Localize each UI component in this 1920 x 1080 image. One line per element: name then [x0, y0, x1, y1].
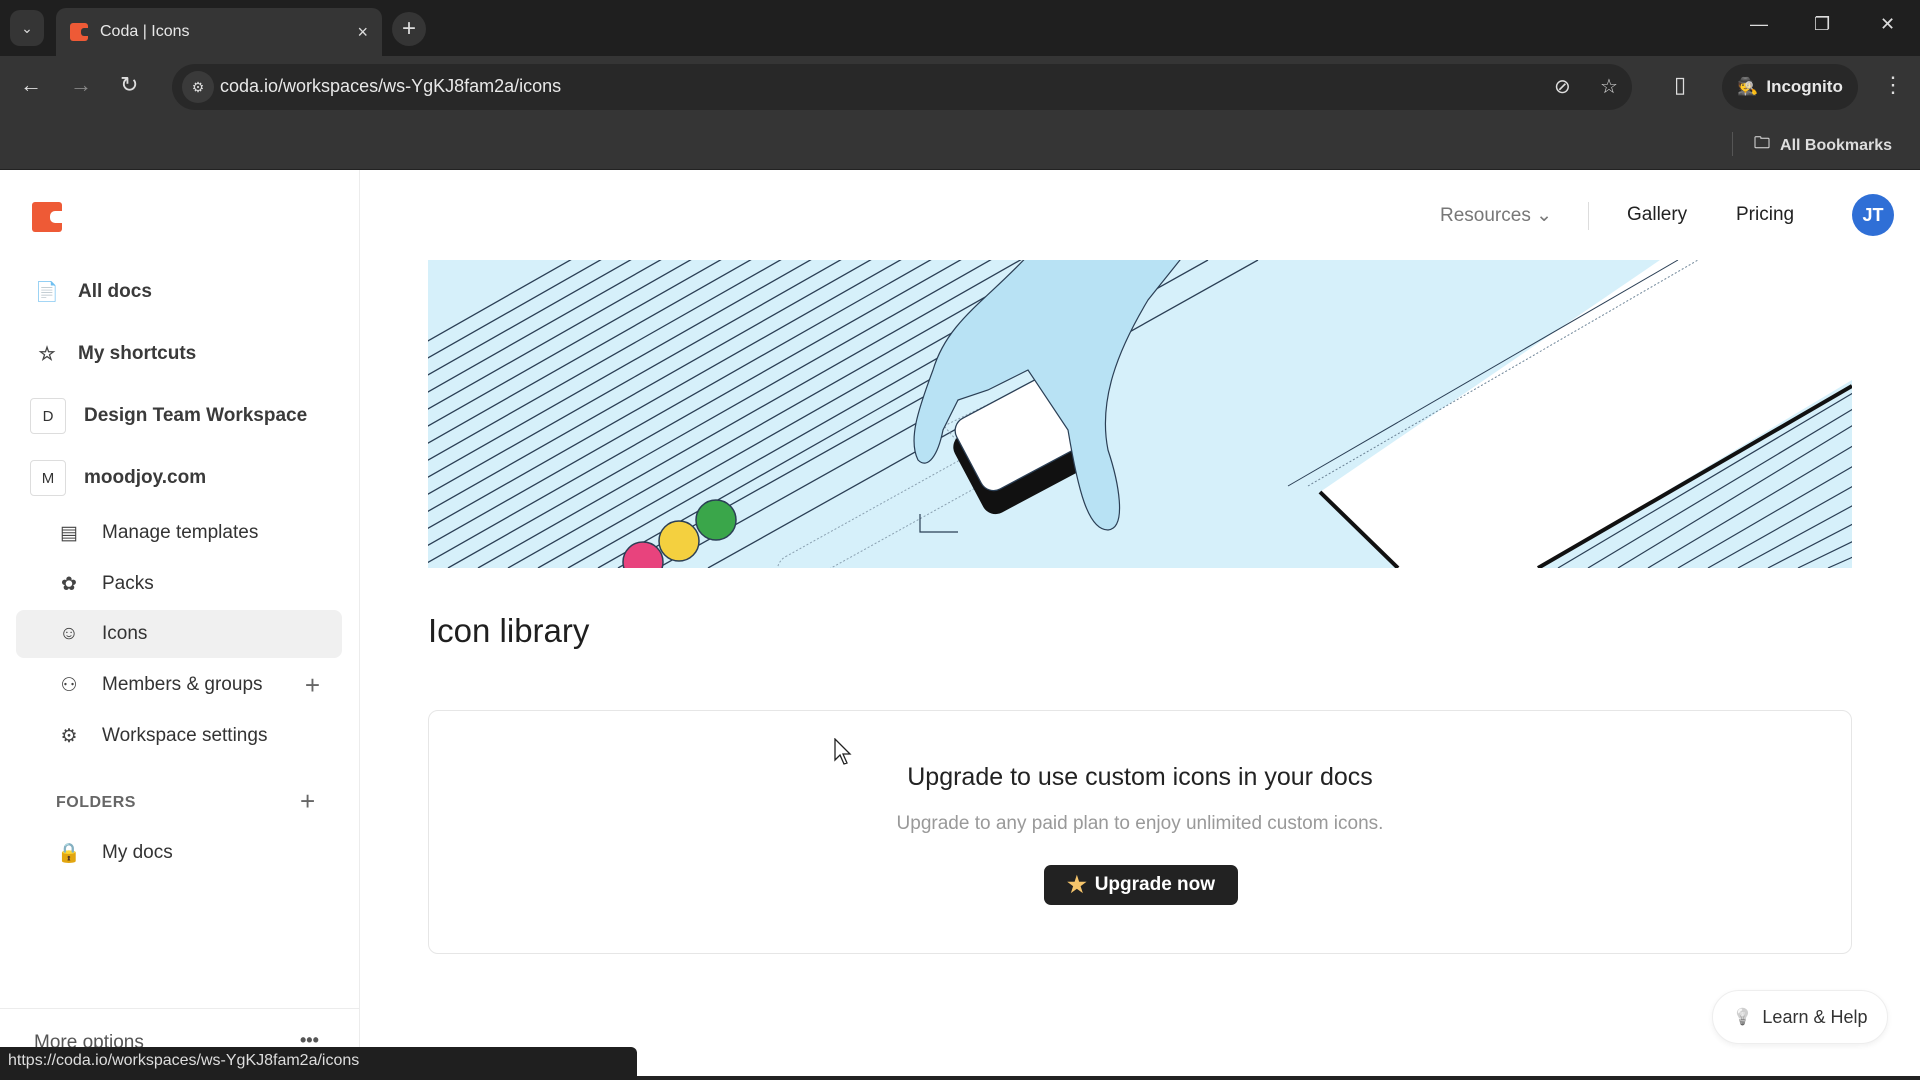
- sidebar-item-label: All docs: [78, 281, 152, 302]
- coda-logo-icon[interactable]: [32, 202, 62, 232]
- upgrade-card-subtitle: Upgrade to any paid plan to enjoy unlimi…: [896, 813, 1384, 834]
- sidebar-item-workspace-settings[interactable]: ⚙ Workspace settings: [16, 712, 342, 760]
- topnav-divider: [1588, 202, 1589, 230]
- sidebar-item-design-team-workspace[interactable]: D Design Team Workspace: [16, 392, 342, 440]
- folder-icon: 🗀: [1754, 135, 1771, 152]
- tab-search-button[interactable]: ⌄: [10, 10, 44, 46]
- restore-icon[interactable]: ❐: [1814, 14, 1830, 35]
- sidebar-item-manage-templates[interactable]: ▤ Manage templates: [16, 509, 342, 557]
- coda-favicon-icon: [70, 23, 88, 41]
- user-avatar[interactable]: JT: [1852, 194, 1894, 236]
- upgrade-now-button[interactable]: ★ Upgrade now: [1044, 865, 1238, 905]
- sidebar-item-label: My shortcuts: [78, 343, 197, 364]
- eye-off-icon[interactable]: ⊘: [1554, 74, 1571, 99]
- hero-art: [428, 260, 1852, 568]
- url-text[interactable]: coda.io/workspaces/ws-YgKJ8fam2a/icons: [220, 76, 561, 97]
- bookmarks-bar: 🗀 All Bookmarks: [0, 120, 1920, 170]
- upgrade-card: Upgrade to use custom icons in your docs…: [428, 710, 1852, 954]
- lock-icon: 🔒: [57, 843, 81, 864]
- template-icon: ▤: [60, 522, 78, 544]
- forward-icon[interactable]: →: [70, 72, 92, 98]
- browser-menu-icon[interactable]: ⋮: [1882, 72, 1904, 98]
- address-bar-row: ← → ↻ ⚙ coda.io/workspaces/ws-YgKJ8fam2a…: [0, 56, 1920, 120]
- sidebar-item-label: moodjoy.com: [84, 467, 207, 488]
- sidebar-item-label: Workspace settings: [102, 725, 268, 746]
- sidebar-item-my-shortcuts[interactable]: ☆ My shortcuts: [16, 330, 342, 378]
- upgrade-card-title: Upgrade to use custom icons in your docs: [907, 763, 1373, 791]
- add-member-button[interactable]: +: [305, 670, 320, 701]
- bookmarks-divider: [1732, 132, 1733, 156]
- sidebar-item-label: Icons: [102, 623, 148, 644]
- incognito-icon: 🕵: [1737, 77, 1759, 96]
- sidebar-item-icons[interactable]: ☺ Icons: [16, 610, 342, 658]
- upgrade-now-label: Upgrade now: [1094, 874, 1216, 895]
- add-folder-button[interactable]: +: [300, 786, 315, 817]
- page-title: Icon library: [428, 612, 590, 649]
- bottom-edge: [637, 1076, 1920, 1080]
- close-tab-icon[interactable]: ×: [357, 22, 368, 43]
- incognito-label: Incognito: [1766, 77, 1843, 96]
- sidebar-item-my-docs[interactable]: 🔒 My docs: [16, 829, 342, 877]
- hero-illustration: [428, 260, 1852, 568]
- status-bar-url: https://coda.io/workspaces/ws-YgKJ8fam2a…: [0, 1047, 637, 1080]
- lightbulb-icon: 💡: [1732, 1009, 1753, 1026]
- all-bookmarks-button[interactable]: 🗀 All Bookmarks: [1754, 132, 1892, 159]
- all-bookmarks-label: All Bookmarks: [1780, 136, 1893, 154]
- window-close-icon[interactable]: ✕: [1880, 14, 1895, 35]
- gallery-link[interactable]: Gallery: [1627, 204, 1687, 226]
- sidebar-item-packs[interactable]: ✿ Packs: [16, 560, 342, 608]
- gear-icon: ⚙: [60, 725, 78, 747]
- resources-menu[interactable]: Resources ⌄: [1440, 204, 1552, 227]
- browser-tab-bar: ⌄ Coda | Icons × + — ❐ ✕: [0, 0, 1920, 56]
- people-icon: ⚇: [60, 674, 78, 696]
- pricing-link[interactable]: Pricing: [1736, 204, 1794, 226]
- sidebar-item-label: Members & groups: [102, 674, 263, 695]
- learn-help-button[interactable]: 💡 Learn & Help: [1712, 990, 1888, 1044]
- workspace-badge: M: [30, 460, 66, 496]
- mouse-cursor-icon: [834, 738, 852, 765]
- address-bar[interactable]: ⚙ coda.io/workspaces/ws-YgKJ8fam2a/icons…: [172, 64, 1632, 110]
- sidebar-divider: [0, 1008, 360, 1009]
- puzzle-icon: ✿: [61, 573, 77, 595]
- site-info-icon[interactable]: ⚙: [182, 71, 214, 103]
- sidebar-item-moodjoy[interactable]: M moodjoy.com: [16, 454, 342, 502]
- sidebar-item-label: Packs: [102, 573, 154, 594]
- smiley-icon: ☺: [59, 623, 79, 644]
- browser-tab[interactable]: Coda | Icons ×: [56, 8, 382, 56]
- sidebar: 📄 All docs ☆ My shortcuts D Design Team …: [0, 170, 360, 1080]
- tab-title: Coda | Icons: [100, 23, 190, 40]
- sidebar-item-label: Design Team Workspace: [84, 405, 308, 426]
- bookmark-star-icon[interactable]: ☆: [1600, 74, 1618, 99]
- sidebar-item-members-groups[interactable]: ⚇ Members & groups +: [16, 661, 342, 709]
- folders-heading: FOLDERS: [56, 794, 136, 811]
- sidebar-item-label: Manage templates: [102, 522, 259, 543]
- workspace-badge: D: [30, 398, 66, 434]
- star-icon: ☆: [38, 343, 56, 365]
- incognito-badge[interactable]: 🕵 Incognito: [1722, 64, 1858, 110]
- side-panel-icon[interactable]: ▯: [1674, 72, 1686, 98]
- document-icon: 📄: [35, 282, 59, 303]
- star-icon: ★: [1066, 872, 1087, 897]
- new-tab-button[interactable]: +: [392, 12, 426, 46]
- chevron-down-icon: ⌄: [21, 19, 33, 36]
- minimize-icon[interactable]: —: [1750, 14, 1768, 35]
- sidebar-item-label: My docs: [102, 842, 173, 863]
- sidebar-item-all-docs[interactable]: 📄 All docs: [16, 268, 342, 316]
- back-icon[interactable]: ←: [20, 72, 42, 98]
- reload-icon[interactable]: ↻: [120, 72, 138, 98]
- learn-help-label: Learn & Help: [1762, 1006, 1868, 1027]
